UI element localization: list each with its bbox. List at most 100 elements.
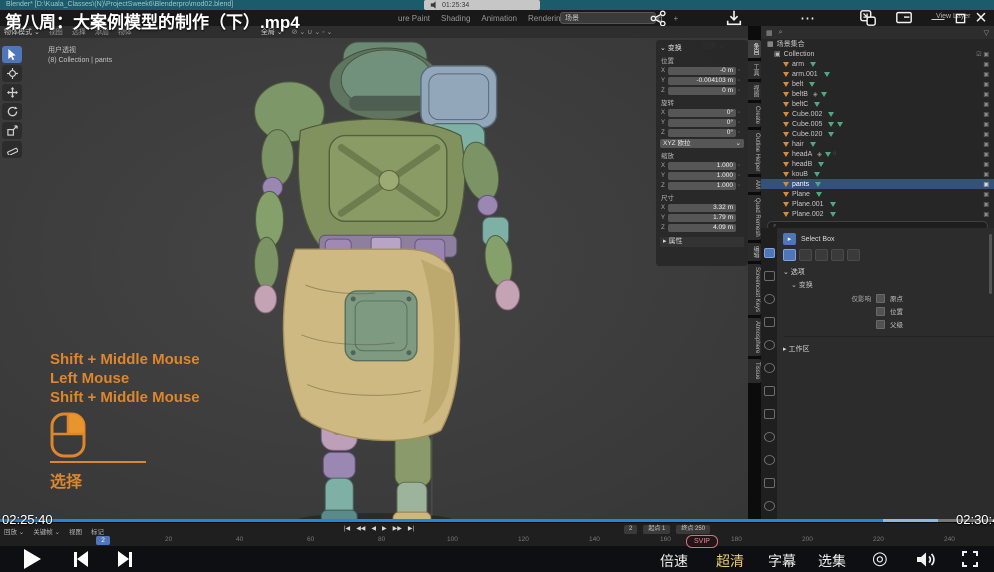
frame-end-field[interactable]: 终点 250 — [676, 525, 710, 534]
rotation-mode-dropdown[interactable]: XYZ 欧拉⌄ — [660, 139, 744, 148]
tool-mode-icon[interactable] — [815, 249, 828, 261]
outliner-row[interactable]: Cube.002▣ — [761, 109, 994, 119]
workspace-section-header[interactable]: ▸ 工作区 — [783, 344, 994, 354]
outliner-row[interactable]: hair▣ — [761, 139, 994, 149]
view-layer-properties-tab[interactable] — [764, 317, 775, 327]
outliner-row[interactable]: beltC▣ — [761, 99, 994, 109]
previous-episode-button[interactable] — [74, 551, 88, 567]
tool-properties-tab[interactable] — [764, 248, 775, 258]
workspace-tab[interactable]: Shading — [441, 14, 470, 23]
measure-tool-button[interactable] — [2, 141, 22, 158]
collection-checkbox[interactable]: ☑ ▣ — [976, 51, 989, 58]
lock-icon[interactable]: ◦ — [738, 173, 744, 179]
subtitles-button[interactable]: 字幕 — [768, 551, 796, 571]
location-x-field[interactable]: -0 m — [668, 67, 736, 75]
timeline-view-menu[interactable]: 视图 — [69, 526, 82, 536]
outliner-row[interactable]: arm.001▣ — [761, 69, 994, 79]
cast-icon[interactable] — [892, 8, 916, 28]
editor-type-icon[interactable]: ▦ — [766, 29, 773, 37]
origins-checkbox[interactable] — [876, 294, 885, 303]
timeline-playhead[interactable]: 2 — [96, 536, 110, 545]
speed-button[interactable]: 倍速 — [660, 551, 688, 571]
tab-edit[interactable]: 编辑 — [748, 243, 761, 261]
properties-collapsed-panel[interactable]: ▸ 属性 — [660, 237, 744, 247]
more-icon[interactable]: ⋯ — [796, 8, 820, 28]
tab-tissue[interactable]: Tissue — [748, 359, 761, 382]
outliner-row[interactable]: beltB◈▣ — [761, 89, 994, 99]
visibility-icon[interactable]: ▣ — [983, 181, 989, 188]
options-section-header[interactable]: ⌄ 选项 — [783, 267, 994, 277]
visibility-icon[interactable]: ▣ — [983, 131, 989, 138]
tab-create[interactable]: Create — [748, 103, 761, 127]
outliner-row-collection[interactable]: ▣ Collection ☑ ▣ — [761, 49, 994, 59]
location-y-field[interactable]: -0.004103 m — [668, 77, 736, 85]
jump-to-start-button[interactable]: |◀ — [344, 525, 350, 532]
play-button[interactable] — [24, 549, 41, 569]
outliner-row[interactable]: headA◈◌▣ — [761, 149, 994, 159]
progress-bar[interactable] — [0, 519, 994, 522]
output-properties-tab[interactable] — [764, 294, 775, 304]
constraint-properties-tab[interactable] — [764, 478, 775, 488]
visibility-icon[interactable]: ▣ — [983, 121, 989, 128]
scale-z-field[interactable]: 1.000 — [668, 182, 736, 190]
tool-mode-icon[interactable] — [799, 249, 812, 261]
timeline-ticks[interactable]: 20 40 60 80 100 120 140 160 180 200 220 … — [0, 536, 994, 546]
object-properties-tab[interactable] — [764, 386, 775, 396]
lock-icon[interactable]: ◦ — [738, 163, 744, 169]
visibility-icon[interactable]: ▣ — [983, 61, 989, 68]
tab-tool[interactable]: 工具 — [748, 61, 761, 79]
share-icon[interactable] — [646, 8, 670, 28]
modifier-properties-tab[interactable] — [764, 409, 775, 419]
select-box-tool-button[interactable] — [2, 46, 22, 63]
filter-icon[interactable]: ▽ — [984, 29, 989, 37]
outliner-row[interactable]: Cube.005▣ — [761, 119, 994, 129]
tool-mode-icon[interactable] — [783, 249, 796, 261]
scene-selector[interactable]: 场景 — [560, 12, 656, 24]
tool-mode-icon[interactable] — [847, 249, 860, 261]
world-properties-tab[interactable] — [764, 363, 775, 373]
quality-button[interactable]: 超清 — [716, 551, 744, 571]
scale-tool-button[interactable] — [2, 122, 22, 139]
download-icon[interactable] — [722, 8, 746, 28]
lock-icon[interactable]: ◦ — [738, 183, 744, 189]
cursor-tool-button[interactable] — [2, 65, 22, 82]
jump-to-end-button[interactable]: ▶| — [408, 525, 414, 532]
volume-icon[interactable] — [916, 551, 938, 572]
scale-y-field[interactable]: 1.000 — [668, 172, 736, 180]
scene-properties-tab[interactable] — [764, 340, 775, 350]
workspace-tab[interactable]: ure Paint — [398, 14, 430, 23]
visibility-icon[interactable]: ▣ — [983, 161, 989, 168]
tab-quad-remesh[interactable]: Quad Remesh — [748, 195, 761, 240]
workspace-tab[interactable]: Animation — [481, 14, 517, 23]
visibility-icon[interactable]: ▣ — [983, 81, 989, 88]
tab-outline-helper[interactable]: Outline Helper — [748, 130, 761, 174]
outliner-row[interactable]: Plane.001▣ — [761, 199, 994, 209]
current-frame-field[interactable]: 2 — [624, 525, 637, 534]
tab-am[interactable]: AM — [748, 177, 761, 192]
play-button-timeline[interactable]: ▶ — [382, 525, 387, 532]
visibility-icon[interactable]: ▣ — [983, 91, 989, 98]
visibility-icon[interactable]: ▣ — [983, 171, 989, 178]
rotate-tool-button[interactable] — [2, 103, 22, 120]
rotation-x-field[interactable]: 0° — [668, 109, 736, 117]
outliner-row[interactable]: Plane.002▣ — [761, 209, 994, 219]
outliner-row[interactable]: Cube.020▣ — [761, 129, 994, 139]
float-window-icon[interactable] — [856, 8, 880, 28]
rotation-z-field[interactable]: 0° — [668, 129, 736, 137]
scrollbar[interactable] — [989, 234, 992, 294]
prev-keyframe-button[interactable]: ◀◀ — [356, 525, 365, 532]
visibility-icon[interactable]: ▣ — [983, 71, 989, 78]
episodes-button[interactable]: 选集 — [818, 551, 846, 571]
material-properties-tab[interactable] — [764, 501, 775, 511]
lock-icon[interactable]: ◦ — [738, 78, 744, 84]
keying-menu[interactable]: 关键帧 ⌄ — [33, 526, 60, 536]
lock-icon[interactable]: ◦ — [738, 88, 744, 94]
tab-view[interactable]: 视图 — [748, 82, 761, 100]
outliner-row[interactable]: kouB▣ — [761, 169, 994, 179]
outliner-row[interactable]: arm▣ — [761, 59, 994, 69]
next-keyframe-button[interactable]: ▶▶ — [393, 525, 402, 532]
particle-properties-tab[interactable] — [764, 432, 775, 442]
render-properties-tab[interactable] — [764, 271, 775, 281]
tab-atmosphere[interactable]: Atmosphere — [748, 318, 761, 356]
fullscreen-icon[interactable] — [962, 551, 978, 572]
